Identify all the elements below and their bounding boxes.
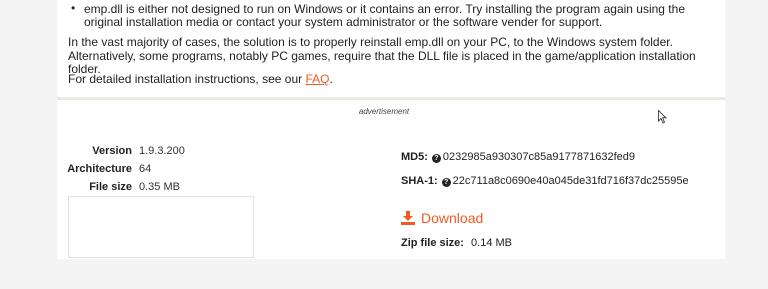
architecture-value: 64 bbox=[139, 163, 152, 175]
md5-row: MD5:? 0232985a930307c85a9177871632fed9 bbox=[401, 151, 635, 164]
file-size-value: 0.35 MB bbox=[139, 181, 180, 193]
architecture-label: Architecture bbox=[67, 163, 132, 175]
faq-prefix: For detailed installation instructions, … bbox=[68, 72, 306, 86]
bullet-dot: • bbox=[71, 1, 76, 15]
sha1-value: 22c711a8c0690e40a045de31fd716f37dc25595e bbox=[452, 175, 689, 187]
faq-paragraph: For detailed installation instructions, … bbox=[68, 72, 718, 87]
bullet-text: emp.dll is either not designed to run on… bbox=[84, 2, 685, 29]
zip-size-value: 0.14 MB bbox=[471, 237, 512, 249]
sha1-row: SHA-1:? 22c711a8c0690e40a045de31fd716f37d… bbox=[401, 175, 689, 188]
version-value: 1.9.3.200 bbox=[139, 145, 185, 157]
question-circle-icon[interactable]: ? bbox=[431, 154, 441, 163]
md5-label: MD5: bbox=[401, 151, 428, 163]
download-icon bbox=[401, 211, 415, 225]
advertisement-box[interactable] bbox=[68, 196, 254, 258]
faq-suffix: . bbox=[329, 72, 333, 86]
mouse-pointer-icon bbox=[658, 110, 667, 124]
faq-link[interactable]: FAQ bbox=[305, 72, 329, 86]
sha1-label: SHA-1: bbox=[401, 175, 438, 187]
download-button[interactable]: Download bbox=[401, 210, 483, 226]
question-circle-icon[interactable]: ? bbox=[441, 178, 451, 187]
advertisement-label: advertisement bbox=[358, 107, 410, 116]
zip-size-label: Zip file size: bbox=[401, 237, 464, 249]
zip-size-row: Zip file size: 0.14 MB bbox=[401, 237, 512, 250]
version-label: Version bbox=[92, 145, 132, 157]
file-size-label: File size bbox=[89, 181, 132, 193]
reinstall-paragraph: In the vast majority of cases, the solut… bbox=[68, 35, 696, 76]
md5-value: 0232985a930307c85a9177871632fed9 bbox=[442, 151, 635, 163]
download-label: Download bbox=[421, 210, 484, 226]
